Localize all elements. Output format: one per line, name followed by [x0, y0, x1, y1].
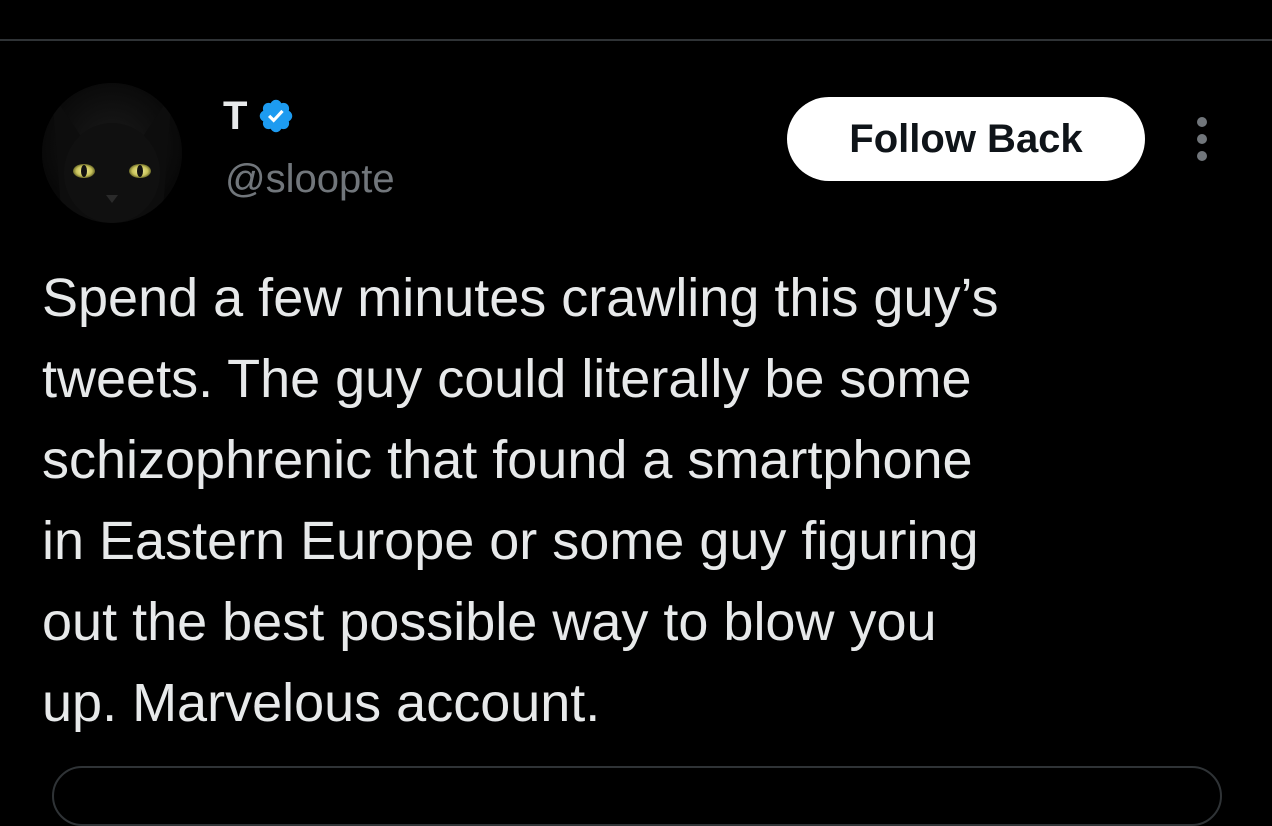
- avatar[interactable]: [42, 83, 182, 223]
- verified-badge-icon: [260, 99, 293, 133]
- more-options-icon[interactable]: [1186, 114, 1218, 164]
- author-handle[interactable]: @sloopte: [225, 155, 395, 203]
- author-name-row[interactable]: T: [223, 92, 295, 140]
- tweet-text: Spend a few minutes crawling this guy’s …: [42, 268, 999, 733]
- black-cat-avatar-icon: [42, 83, 182, 223]
- author-display-name[interactable]: T: [223, 92, 247, 140]
- quoted-card-edge[interactable]: [52, 766, 1222, 826]
- top-divider: [0, 39, 1272, 41]
- follow-back-button[interactable]: Follow Back: [787, 97, 1145, 181]
